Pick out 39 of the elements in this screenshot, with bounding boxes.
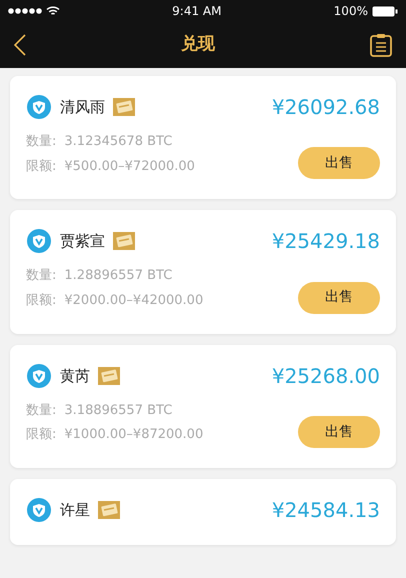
limit-value: ¥500.00–¥72000.00 [64,158,195,176]
battery-icon [372,6,398,16]
seller-name: 许星 [60,500,90,521]
info-label: 限额: [26,292,56,310]
back-icon[interactable] [14,34,26,56]
wifi-icon [46,6,60,16]
seller-name: 黄芮 [60,366,90,386]
status-time: 9:41 AM [172,3,222,20]
price: ¥25429.18 [272,228,380,256]
clipboard-icon[interactable] [370,33,392,57]
price: ¥25268.00 [272,362,380,390]
seller-name: 清风雨 [60,96,105,118]
amount-value: 3.18896557 BTC [64,402,172,420]
verified-icon [26,497,52,524]
signal-icon [8,8,42,14]
amount-value: 1.28896557 BTC [64,267,172,286]
info-label: 数量: [26,402,56,420]
limit-value: ¥2000.00–¥42000.00 [64,292,204,310]
verified-icon [26,362,52,389]
sell-button[interactable]: 出售 [298,416,380,448]
card-icon [113,98,135,116]
battery-percent: 100% [334,3,368,20]
page-title: 兑现 [181,33,215,56]
seller-name: 贾紫宣 [60,231,105,252]
info-label: 限额: [26,426,56,444]
price: ¥26092.68 [272,94,380,121]
sell-button[interactable]: 出售 [298,282,380,314]
amount-value: 3.12345678 BTC [64,133,172,151]
verified-icon [26,94,52,120]
card-icon [98,366,120,385]
verified-icon [26,228,52,254]
info-label: 限额: [26,158,56,176]
info-label: 数量: [26,267,56,286]
sell-button[interactable]: 出售 [298,147,380,180]
price: ¥24584.13 [272,497,380,524]
info-label: 数量: [26,133,56,151]
limit-value: ¥1000.00–¥87200.00 [64,426,204,444]
card-icon [113,232,135,250]
card-icon [98,501,120,520]
